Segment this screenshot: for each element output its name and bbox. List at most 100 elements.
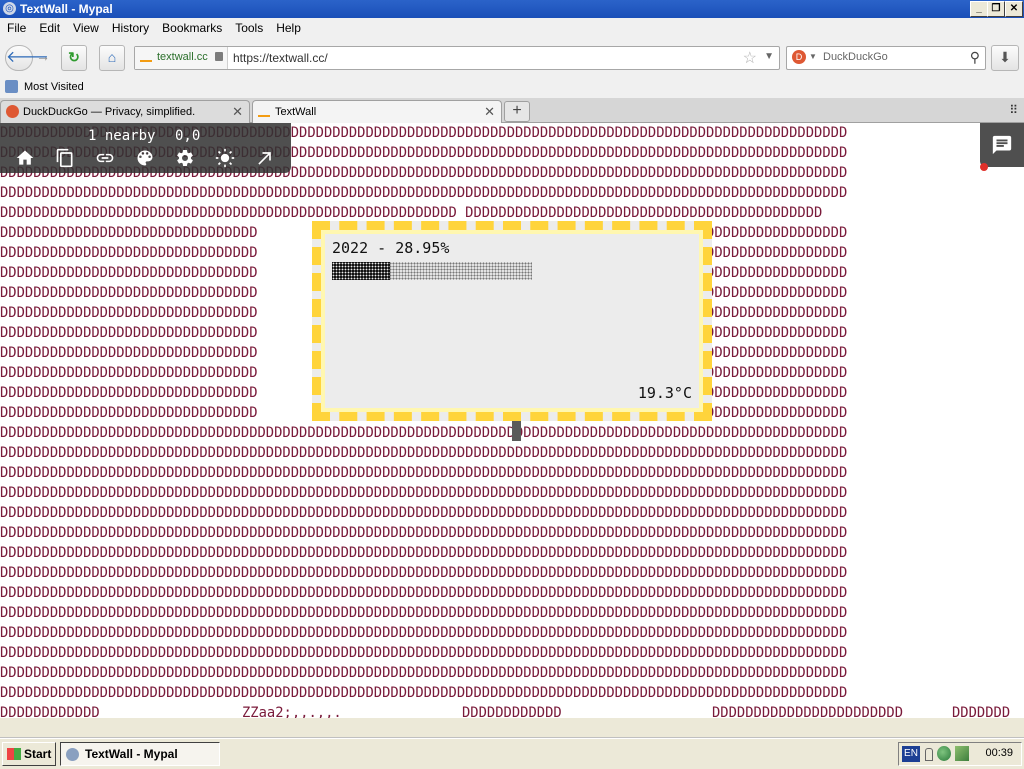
close-tab-icon[interactable]: ✕ [484,104,495,120]
widget-temperature: 19.3°C [637,384,692,402]
search-engine-dropdown-icon[interactable]: ▼ [809,52,817,61]
taskbar-item-label: TextWall - Mypal [85,747,178,761]
url-dropdown-icon[interactable]: ▼ [764,51,774,62]
site-favicon-icon [140,54,152,62]
info-icon[interactable] [925,748,933,761]
tab-duckduckgo[interactable]: DuckDuckGo — Privacy, simplified. ✕ [0,100,250,123]
home-icon: ⌂ [107,49,117,65]
wall-segment-typed: ZZaa2;,,.,,. [242,705,342,718]
bookmark-star-icon[interactable]: ☆ [743,48,757,68]
wall-row: DDDDDDDDDDDDDDDDDDDDDDDDDDDDDDDDDDDDDDDD… [0,565,848,581]
tab-textwall[interactable]: TextWall ✕ [252,100,502,123]
menu-file[interactable]: File [0,18,32,35]
network-globe-icon[interactable] [937,746,951,761]
menu-help[interactable]: Help [269,18,307,35]
close-tab-icon[interactable]: ✕ [232,104,243,120]
textwall-toolbar: 1 nearby 0,0 [0,123,291,173]
wall-segment: DDDDDDDDDDDD [0,705,100,718]
wall-row: DDDDDDDDDDDDDDDDDDDDDDDDDDDDDDDDDDDDDDDD… [0,485,848,501]
menu-history[interactable]: History [105,18,155,35]
lock-icon [215,52,223,61]
back-button[interactable]: 🡐 [5,45,49,71]
link-icon[interactable] [94,147,116,169]
menu-bar: File Edit View History Bookmarks Tools Help [0,18,1024,39]
textwall-canvas[interactable]: DDDDDDDDDDDDDDDDDDDDDDDDDDDDDDDDDDDDDDDD… [0,123,1024,718]
menu-view[interactable]: View [66,18,105,35]
bookmark-most-visited[interactable]: Most Visited [24,81,84,93]
arrow-up-right-icon[interactable] [254,147,276,169]
text-wall-bottom-row[interactable]: DDDDDDDDDDDD ZZaa2;,,.,,. DDDDDDDDDDDD D… [0,703,1024,718]
menu-bookmarks[interactable]: Bookmarks [155,18,228,35]
taskbar: Start TextWall - Mypal EN 00:39 [0,738,1024,769]
search-input[interactable]: DuckDuckGo [823,51,888,63]
home-button[interactable]: ⌂ [99,45,125,71]
downloads-button[interactable]: ⬇ [991,45,1019,71]
palette-icon[interactable] [134,147,156,169]
taskbar-item-mypal[interactable]: TextWall - Mypal [60,742,220,766]
wall-row: DDDDDDDDDDDDDDDDDDDDDDDDDDDDDDDDDDDDDDDD… [0,665,848,681]
minimize-button[interactable]: _ [970,1,988,17]
wall-row: DDDDDDDDDDDDDDDDDDDDDDDDDDDDDDDDDDDDDDDD… [0,205,823,221]
start-label: Start [24,747,52,761]
url-bar[interactable]: textwall.cc https://textwall.cc/ ☆ ▼ [134,46,780,70]
arrow-right-icon: → [36,48,50,64]
wall-segment: DDDDDDDDDDDDDDDDDDDDDDD [712,705,904,718]
wall-row: DDDDDDDDDDDDDDDDDDDDDDDDDDDDDDDDDDDDDDDD… [0,465,848,481]
wall-row: DDDDDDDDDDDDDDDDDDDDDDDDDDDDDDDDDDDDDDDD… [0,605,848,621]
brightness-icon[interactable] [214,147,236,169]
textwall-icon [258,109,270,117]
year-progress-fill [332,262,390,280]
window-title: TextWall - Mypal [20,2,113,16]
close-window-button[interactable]: ✕ [1005,1,1023,17]
site-identity-box[interactable]: textwall.cc [135,47,228,69]
start-button[interactable]: Start [2,742,56,766]
url-input[interactable]: https://textwall.cc/ [233,51,328,65]
forward-button[interactable]: → [32,45,54,69]
language-indicator[interactable]: EN [902,746,920,762]
copy-icon[interactable] [54,147,76,169]
reload-button[interactable]: ↻ [61,45,87,71]
menu-tools[interactable]: Tools [228,18,269,35]
text-cursor [512,421,521,441]
menu-edit[interactable]: Edit [32,18,66,35]
home-icon[interactable] [14,147,36,169]
wall-row: DDDDDDDDDDDDDDDDDDDDDDDDDDDDDDDDDDDDDDDD… [0,645,848,661]
wall-row: DDDDDDDDDDDDDDDDDDDDDDDDDDDDDDDDDDDDDDDD… [0,685,848,701]
nearby-count: 1 nearby [88,128,156,144]
site-identity-label: textwall.cc [157,51,208,63]
tab-list-icon[interactable]: ⠿ [1009,103,1018,117]
tray-app-icon[interactable] [955,746,969,761]
year-progress-bar [332,262,532,280]
wall-row: DDDDDDDDDDDDDDDDDDDDDDDDDDDDDDDDDDDDDDDD… [0,625,848,641]
reload-icon: ↻ [68,49,80,65]
mypal-app-icon [66,748,79,761]
system-tray: EN 00:39 [898,742,1022,766]
wall-segment: DDDDDDDDDDDD [462,705,562,718]
search-bar[interactable]: D ▼ DuckDuckGo ⚲ [786,46,986,70]
wall-row: DDDDDDDDDDDDDDDDDDDDDDDDDDDDDDDDDDDDDDDD… [0,525,848,541]
wall-row: DDDDDDDDDDDDDDDDDDDDDDDDDDDDDDDDDDDDDDDD… [0,185,848,201]
bookmarks-toolbar: Most Visited [0,75,1024,98]
search-icon[interactable]: ⚲ [970,49,980,66]
windows-flag-icon [7,748,21,760]
maximize-button[interactable]: ❐ [987,1,1005,17]
chat-icon [992,135,1012,155]
tab-label: DuckDuckGo — Privacy, simplified. [23,106,196,118]
gear-icon[interactable] [174,147,196,169]
window-title-bar: ◎ TextWall - Mypal _ ❐ ✕ [0,0,1024,18]
chat-button[interactable] [980,123,1024,167]
plus-icon: + [512,102,522,119]
download-arrow-icon: ⬇ [999,49,1011,65]
wall-row: DDDDDDDDDDDDDDDDDDDDDDDDDDDDDDDDDDDDDDDD… [0,545,848,561]
navigation-toolbar: 🡐 → ↻ ⌂ textwall.cc https://textwall.cc/… [0,39,1024,75]
stats-widget[interactable]: 2022 - 28.95% 19.3°C [312,221,712,421]
tab-strip: DuckDuckGo — Privacy, simplified. ✕ Text… [0,98,1024,123]
mypal-app-icon: ◎ [3,2,16,15]
wall-row: DDDDDDDDDDDDDDDDDDDDDDDDDDDDDDDDDDDDDDDD… [0,505,848,521]
widget-year-progress: 2022 - 28.95% [332,239,450,257]
duckduckgo-icon: D [792,50,806,64]
wall-segment: DDDDDDD [952,705,1011,718]
new-tab-button[interactable]: + [504,101,530,122]
duckduckgo-icon [6,105,19,118]
wall-row: DDDDDDDDDDDDDDDDDDDDDDDDDDDDDDDDDDDDDDDD… [0,445,848,461]
